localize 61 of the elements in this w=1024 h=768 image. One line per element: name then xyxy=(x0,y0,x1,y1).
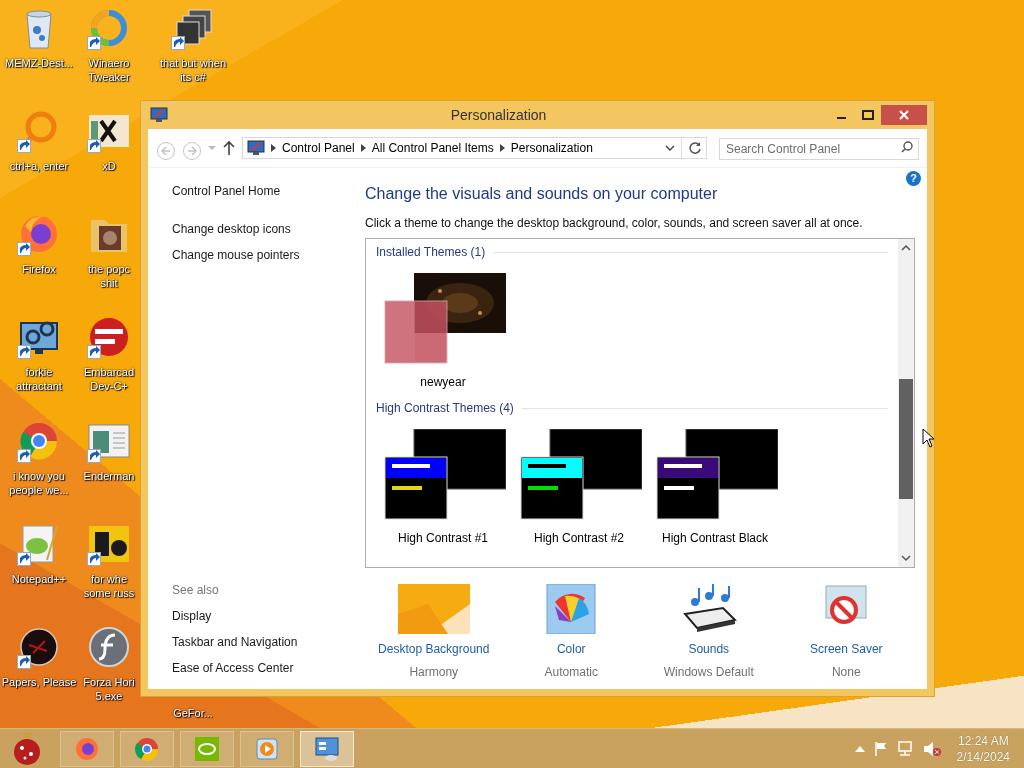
breadcrumb-link[interactable]: Control Panel xyxy=(282,139,355,157)
setting-value: Windows Default xyxy=(663,664,754,681)
icon-label[interactable]: Forza Hori 5.exe xyxy=(83,674,135,703)
control-panel-icon xyxy=(150,107,168,123)
icon-label[interactable]: for whe some russ xyxy=(83,571,135,600)
maximize-icon[interactable] xyxy=(862,110,874,120)
chevron-icon[interactable] xyxy=(499,144,505,152)
up-arrow-icon[interactable] xyxy=(222,140,236,156)
scroll-up-icon[interactable] xyxy=(901,243,911,253)
close-icon[interactable] xyxy=(899,110,909,120)
setting-value: Harmony xyxy=(409,664,459,681)
theme-tile[interactable]: newyear xyxy=(380,273,506,391)
icon-label[interactable]: GeFor... xyxy=(173,706,213,720)
chrome-taskbar-button[interactable] xyxy=(120,730,174,767)
control-panel-taskbar-button[interactable] xyxy=(300,730,354,767)
firefox-taskbar-button[interactable] xyxy=(60,730,114,767)
sidebar-link[interactable]: Change mouse pointers xyxy=(172,246,365,264)
close-button[interactable] xyxy=(881,105,927,125)
icon-label[interactable]: Enderman xyxy=(83,468,135,483)
sidebar-link[interactable]: Display xyxy=(172,607,365,625)
scrollbar[interactable] xyxy=(898,239,914,567)
setting-link[interactable]: Sounds xyxy=(688,640,730,658)
desktop-background-thumbnail[interactable] xyxy=(397,584,470,634)
chevron-icon[interactable] xyxy=(271,144,276,152)
help-button[interactable]: ? xyxy=(906,171,921,186)
page-heading: Change the visuals and sounds on your computer xyxy=(365,184,719,204)
control-panel-icon xyxy=(247,140,265,156)
theme-tile[interactable]: High Contrast #2 xyxy=(516,429,642,547)
dropdown-chevron-icon[interactable] xyxy=(665,144,675,152)
breadcrumb-link[interactable]: All Control Panel Items xyxy=(371,139,494,157)
scroll-down-icon[interactable] xyxy=(901,553,911,563)
speaker-muted-icon[interactable] xyxy=(922,740,941,757)
setting-link[interactable]: Color xyxy=(556,640,586,658)
flash-ball-icon[interactable] xyxy=(87,624,131,669)
media-player-icon[interactable] xyxy=(254,735,280,762)
sidebar-link[interactable]: Control Panel Home xyxy=(172,182,365,200)
chevron-icon[interactable] xyxy=(360,144,366,152)
chrome-icon[interactable] xyxy=(134,735,160,762)
setting-link[interactable]: Screen Saver xyxy=(809,640,883,658)
control-panel-icon[interactable] xyxy=(314,735,340,762)
description-text: Click a theme to change the desktop background, color, sounds, and screen saver all at once. xyxy=(365,215,864,232)
window-title: Personalization xyxy=(449,105,548,125)
sidebar-link[interactable]: Taskbar and Navigation xyxy=(172,633,365,651)
breadcrumb-link[interactable]: Personalization xyxy=(510,139,593,157)
search-icon xyxy=(901,141,913,153)
firefox-icon[interactable] xyxy=(74,735,100,762)
icon-label[interactable]: i know you people we... xyxy=(9,468,69,497)
icon-label[interactable]: Papers, Please xyxy=(1,674,77,689)
setting-link[interactable]: Desktop Background xyxy=(378,640,490,658)
setting-value: None xyxy=(831,664,861,681)
theme-tile[interactable]: High Contrast #1 xyxy=(380,429,506,547)
refresh-icon[interactable] xyxy=(688,141,702,155)
group-heading: High Contrast Themes (4) xyxy=(376,400,514,417)
group-heading: Installed Themes (1) xyxy=(376,244,486,261)
setting-value: Automatic xyxy=(544,664,598,681)
sidebar-link[interactable]: Ease of Access Center xyxy=(172,659,365,677)
section-label: See also xyxy=(172,582,220,599)
icon-label[interactable]: Notepad++ xyxy=(11,571,67,586)
sidebar-link[interactable]: Change desktop icons xyxy=(172,220,365,238)
theme-tile[interactable]: High Contrast Black xyxy=(652,429,778,547)
search-field[interactable]: Search Control Panel xyxy=(719,138,919,160)
